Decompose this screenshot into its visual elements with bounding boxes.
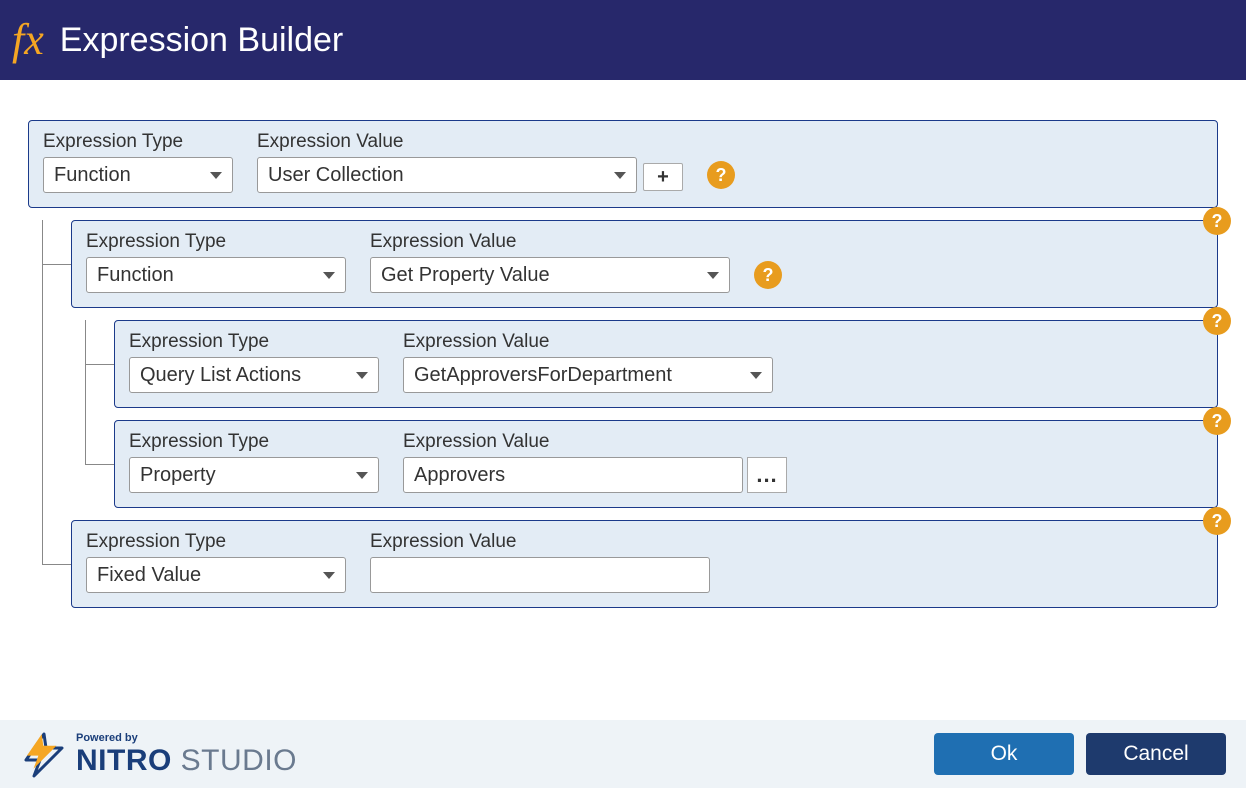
dialog-footer: Powered by NITRO STUDIO Ok Cancel: [0, 720, 1246, 788]
label-expr-type: Expression Type: [43, 131, 233, 153]
label-expr-value: Expression Value: [257, 131, 637, 153]
help-icon[interactable]: ?: [1203, 507, 1231, 535]
nitro-bolt-icon: [20, 730, 68, 778]
help-icon[interactable]: ?: [1203, 407, 1231, 435]
chevron-down-icon: [323, 572, 335, 579]
label-expr-type: Expression Type: [129, 331, 379, 353]
chevron-down-icon: [210, 172, 222, 179]
help-icon[interactable]: ?: [707, 161, 735, 189]
select-value: GetApproversForDepartment: [414, 364, 672, 387]
powered-by-label: Powered by: [76, 733, 297, 744]
select-expr-type-child2[interactable]: Fixed Value: [86, 557, 346, 593]
help-icon[interactable]: ?: [754, 261, 782, 289]
brand-studio: STUDIO: [172, 744, 297, 777]
expr-row-gc1: ? Expression Type Query List Actions Ex: [114, 320, 1218, 408]
help-icon[interactable]: ?: [1203, 307, 1231, 335]
dialog-header: fx Expression Builder: [0, 0, 1246, 80]
label-expr-value: Expression Value: [403, 431, 743, 453]
select-value: User Collection: [268, 164, 404, 187]
label-expr-value: Expression Value: [370, 531, 710, 553]
expr-row-gc2: ? Expression Type Property Expression V: [114, 420, 1218, 508]
select-value: Property: [140, 464, 216, 487]
select-value: Fixed Value: [97, 564, 201, 587]
chevron-down-icon: [356, 372, 368, 379]
chevron-down-icon: [323, 272, 335, 279]
add-button[interactable]: +: [643, 163, 683, 191]
brand-bold: NITRO: [76, 744, 172, 777]
select-expr-value-child1[interactable]: Get Property Value: [370, 257, 730, 293]
chevron-down-icon: [750, 372, 762, 379]
dialog-title: Expression Builder: [60, 21, 343, 60]
select-expr-type-gc1[interactable]: Query List Actions: [129, 357, 379, 393]
browse-button[interactable]: ...: [747, 457, 787, 493]
select-value: Query List Actions: [140, 364, 301, 387]
cancel-button[interactable]: Cancel: [1086, 733, 1226, 775]
select-value: Get Property Value: [381, 264, 550, 287]
label-expr-type: Expression Type: [129, 431, 379, 453]
ok-button[interactable]: Ok: [934, 733, 1074, 775]
chevron-down-icon: [614, 172, 626, 179]
select-expr-value-root[interactable]: User Collection: [257, 157, 637, 193]
select-expr-type-gc2[interactable]: Property: [129, 457, 379, 493]
label-expr-type: Expression Type: [86, 231, 346, 253]
select-expr-type-root[interactable]: Function: [43, 157, 233, 193]
brand-name: NITRO STUDIO: [76, 746, 297, 776]
label-expr-type: Expression Type: [86, 531, 346, 553]
label-expr-value: Expression Value: [403, 331, 773, 353]
fx-icon: fx: [12, 18, 44, 62]
chevron-down-icon: [707, 272, 719, 279]
nitro-logo: Powered by NITRO STUDIO: [20, 730, 297, 778]
input-value: Approvers: [414, 464, 505, 487]
expr-row-root: Expression Type Function Expression Valu…: [28, 120, 1218, 208]
chevron-down-icon: [356, 472, 368, 479]
expr-row-child1: ? Expression Type Function Expression Va…: [71, 220, 1218, 308]
select-value: Function: [54, 164, 131, 187]
select-expr-value-gc1[interactable]: GetApproversForDepartment: [403, 357, 773, 393]
label-expr-value: Expression Value: [370, 231, 730, 253]
expr-row-child2: ? Expression Type Fixed Value Expression…: [71, 520, 1218, 608]
input-expr-value-gc2[interactable]: Approvers: [403, 457, 743, 493]
input-expr-value-child2[interactable]: [370, 557, 710, 593]
select-expr-type-child1[interactable]: Function: [86, 257, 346, 293]
expression-tree: Expression Type Function Expression Valu…: [0, 80, 1246, 720]
select-value: Function: [97, 264, 174, 287]
help-icon[interactable]: ?: [1203, 207, 1231, 235]
